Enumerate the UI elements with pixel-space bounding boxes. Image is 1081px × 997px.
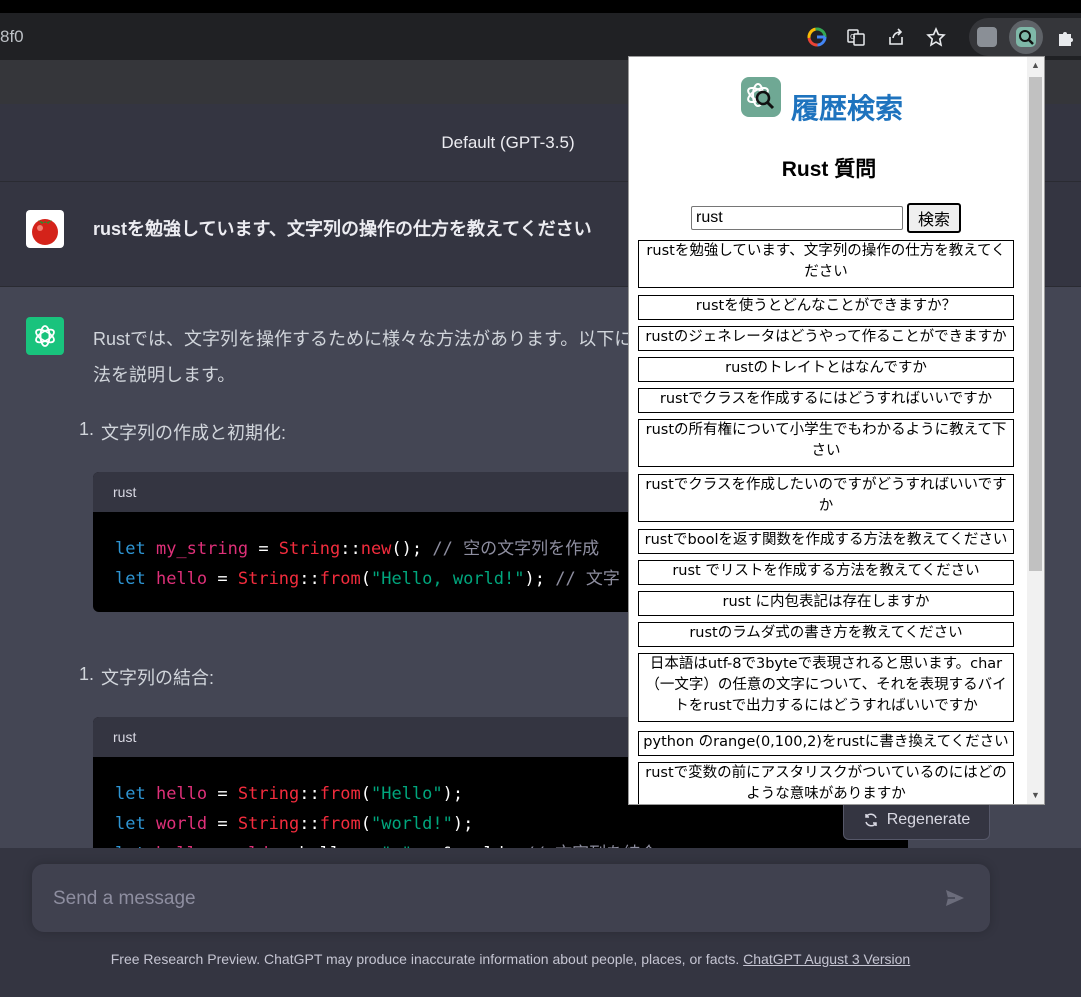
code-token: from [319,814,361,834]
version-link[interactable]: ChatGPT August 3 Version [743,951,910,967]
user-avatar [26,210,64,248]
answer-intro: Rustでは、文字列を操作するために様々な方法があります。以下にい 法を説明しま… [93,321,650,393]
scroll-down-icon[interactable]: ▼ [1027,787,1044,804]
scroll-up-icon[interactable]: ▲ [1027,57,1044,74]
code-token: from [319,784,361,804]
history-result-item[interactable]: rustのジェネレータはどうやって作ることができますか [638,326,1014,351]
share-icon[interactable] [883,24,909,50]
history-result-item[interactable]: rustでクラスを作成したいのですがどうすればいいですか [638,474,1014,522]
history-result-item[interactable]: rustでboolを返す関数を作成する方法を教えてください [638,529,1014,554]
code-token: new [360,539,392,559]
translate-icon[interactable]: G [843,24,869,50]
code-token: :: [299,814,320,834]
code-token: let [115,784,156,804]
code-token: let [115,539,156,559]
code-token: "Hello" [370,784,443,804]
code-token: String [278,539,341,559]
code-token: let [115,569,156,589]
code-token: ); [524,569,556,589]
scrollbar-thumb[interactable] [1029,77,1042,571]
code-token: = [207,784,238,804]
history-result-item[interactable]: rustのトレイトとはなんですか [638,357,1014,382]
answer-intro-line1: Rustでは、文字列を操作するために様々な方法があります。以下にい [93,329,651,349]
svg-text:G: G [850,33,855,41]
list-number-1: 1. [79,419,95,439]
code-token: ( [360,814,371,834]
code-token: from [319,569,361,589]
message-input[interactable] [51,884,915,914]
history-result-item[interactable]: 日本語はutf-8で3byteで表現されると思います。char（一文字）の任意の… [638,653,1014,722]
code-token: (); [391,539,433,559]
code-token: hello [155,784,208,804]
window-top-strip [0,0,1081,13]
code-token: :: [340,539,361,559]
code-token: :: [299,784,320,804]
popup-scrollbar[interactable]: ▲ ▼ [1027,57,1044,804]
code-token: String [237,569,300,589]
footer-text: Free Research Preview. ChatGPT may produ… [110,951,740,967]
code-token: = [207,814,238,834]
history-result-item[interactable]: python のrange(0,100,2)をrustに書き換えてください [638,731,1014,756]
code-token: my_string [155,539,249,559]
regenerate-icon [864,812,877,827]
code-line: let world = String::from("world!"); [115,809,886,839]
code-token: "world!" [370,814,453,834]
list-number-2: 1. [79,664,95,684]
code-token: String [237,784,300,804]
code-token: ); [442,784,464,804]
code-token: "Hello, world!" [370,569,525,589]
history-search-logo-icon [741,77,781,117]
history-result-item[interactable]: rust でリストを作成する方法を教えてください [638,560,1014,585]
code-token: hello [155,569,208,589]
regenerate-label: Regenerate [886,810,971,828]
send-icon[interactable] [944,887,966,909]
regenerate-button[interactable]: Regenerate [843,799,990,840]
code-token: ( [360,784,371,804]
extension-icon[interactable] [977,27,997,47]
answer-intro-line2: 法を説明します。 [93,365,236,385]
address-bar[interactable] [0,13,1081,60]
history-result-item[interactable]: rustで変数の前にアスタリスクがついているのにはどのような意味がありますか [638,762,1014,804]
code-token: = [248,539,279,559]
code-token: ); [452,814,474,834]
list-item-1: 文字列の作成と初期化: [101,423,286,443]
history-search-input[interactable] [691,206,903,230]
history-result-item[interactable]: rustでクラスを作成するにはどうすればいいですか [638,388,1014,413]
history-search-popup: 履歴検索 Rust 質問 検索 rustを勉強しています、文字列の操作の仕方を教… [628,56,1045,805]
code-token: // 空の文字列を作成 [432,539,600,559]
history-result-item[interactable]: rustの所有権について小学生でもわかるように教えて下さい [638,419,1014,467]
code-token: ( [360,569,371,589]
bookmark-star-icon[interactable] [923,24,949,50]
history-result-item[interactable]: rustを使うとどんなことができますか？ [638,295,1014,320]
history-result-item[interactable]: rustを勉強しています、文字列の操作の仕方を教えてください [638,240,1014,288]
popup-title: 履歴検索 [791,92,904,125]
code-token: // 文字 [555,569,620,589]
history-result-item[interactable]: rust に内包表記は存在しますか [638,591,1014,616]
google-icon[interactable] [804,24,830,50]
code-token: = [207,569,238,589]
message-input-box[interactable] [32,864,990,932]
puzzle-extensions-icon[interactable] [1053,24,1079,50]
footer: Free Research Preview. ChatGPT may produ… [0,951,1021,967]
url-text[interactable]: 8f0 [0,27,24,47]
list-item-2: 文字列の結合: [101,668,215,688]
user-message-text: rustを勉強しています、文字列の操作の仕方を教えてください [93,219,592,239]
code-token: :: [299,569,320,589]
history-result-item[interactable]: rustのラムダ式の書き方を教えてください [638,622,1014,647]
popup-subtitle: Rust 質問 [781,158,877,181]
chatgpt-avatar-icon [26,317,64,355]
history-search-button[interactable]: 検索 [907,203,961,233]
code-token: world [155,814,208,834]
code-token: String [237,814,300,834]
code-token: let [115,814,156,834]
history-search-extension-icon [1016,27,1036,47]
